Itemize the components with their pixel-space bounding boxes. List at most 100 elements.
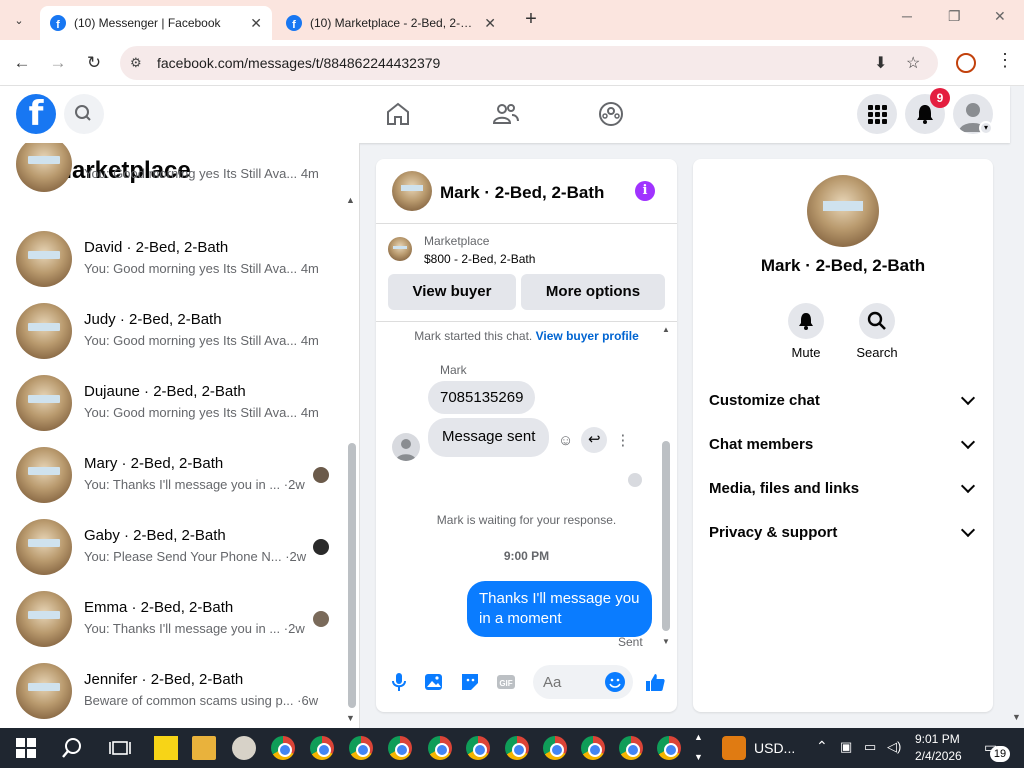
close-tab-icon[interactable]: ✕ [484,15,496,32]
friends-nav-icon[interactable] [491,100,519,128]
chrome-icon[interactable] [657,736,681,760]
show-hidden-icons-chevron-icon[interactable]: ⌃ [816,738,828,755]
marketplace-listing-card: Marketplace $800 - 2-Bed, 2-Bath View bu… [376,225,677,322]
list-item[interactable]: Gaby · 2-Bed, 2-Bath You: Please Send Yo… [0,511,340,583]
tab-marketplace[interactable]: f (10) Marketplace - 2-Bed, 2-Bat ✕ [276,6,506,40]
chat-avatar[interactable] [392,171,432,211]
browser-profile-icon[interactable] [956,53,976,73]
incoming-message[interactable]: Message sent [428,418,550,457]
sticker-icon[interactable] [459,671,481,693]
scrollbar-thumb[interactable] [348,443,356,708]
chrome-icon[interactable] [428,736,452,760]
outgoing-message[interactable]: Thanks I'll message you in a moment [467,581,652,637]
close-tab-icon[interactable]: ✕ [250,15,262,32]
reply-icon[interactable]: ↩ [581,427,608,453]
paint-icon[interactable] [232,736,256,760]
windows-start-icon[interactable] [14,736,38,760]
back-icon[interactable]: ← [10,51,34,75]
volume-icon[interactable]: ◁) [887,739,901,755]
privacy-support-row[interactable]: Privacy & support [709,510,979,554]
groups-nav-icon[interactable] [597,100,625,128]
omnibox[interactable]: ⚙ facebook.com/messages/t/88486224443237… [120,46,938,80]
mute-button[interactable]: Mute [776,303,836,360]
address-bar-row: ← → ↻ ⚙ facebook.com/messages/t/88486224… [0,40,1024,86]
microphone-icon[interactable] [388,671,410,693]
listing-thumbnail [16,519,72,575]
chat-title[interactable]: Mark · 2-Bed, 2-Bath [440,183,604,203]
sticky-notes-icon[interactable] [154,736,178,760]
chrome-icon[interactable] [310,736,334,760]
list-item[interactable]: You: Good morning yes Its Still Ava... 4… [0,143,340,200]
home-nav-icon[interactable] [384,100,412,128]
react-emoji-icon[interactable]: ☺ [558,432,573,449]
browser-menu-icon[interactable]: ⋮ [996,50,1014,71]
minimize-icon[interactable]: ─ [902,8,912,24]
install-app-icon[interactable]: ⬇ [874,53,887,73]
chrome-icon[interactable] [581,736,605,760]
chrome-icon[interactable] [349,736,373,760]
chrome-icon[interactable] [466,736,490,760]
tab-search-chevron-icon[interactable]: ⌄ [6,7,32,33]
info-icon[interactable]: i [635,181,655,201]
taskbar-overflow-down-icon[interactable]: ▼ [694,752,703,762]
emoji-icon[interactable] [604,671,626,693]
clock-date[interactable]: 2/4/2026 [915,749,962,763]
thumbs-up-icon[interactable] [644,671,666,693]
list-item[interactable]: Jennifer · 2-Bed, 2-Bath Beware of commo… [0,655,340,727]
scroll-up-arrow-icon[interactable]: ▲ [662,325,670,334]
more-options-button[interactable]: More options [521,274,665,310]
media-files-links-row[interactable]: Media, files and links [709,466,979,510]
list-item[interactable]: David · 2-Bed, 2-Bath You: Good morning … [0,223,340,295]
file-explorer-icon[interactable] [192,736,216,760]
menu-grid-button[interactable] [857,94,897,134]
more-actions-icon[interactable]: ⋮ [615,431,630,449]
chevron-down-icon[interactable]: ▾ [979,121,993,135]
chat-scrollbar-thumb[interactable] [662,441,670,631]
customize-chat-row[interactable]: Customize chat [709,378,979,422]
restore-icon[interactable]: ❐ [948,8,961,25]
chrome-icon[interactable] [388,736,412,760]
reload-icon[interactable]: ↻ [82,51,106,75]
currency-widget-icon[interactable] [722,736,746,760]
currency-widget-label[interactable]: USD... [754,740,795,756]
message-input-field[interactable] [533,665,603,699]
task-view-icon[interactable] [108,736,132,760]
taskbar-overflow-up-icon[interactable]: ▲ [694,732,703,742]
scroll-down-arrow-icon[interactable]: ▼ [346,713,355,723]
meet-now-icon[interactable]: ▣ [840,739,852,755]
chrome-icon[interactable] [619,736,643,760]
chevron-down-icon [960,478,976,494]
gif-icon[interactable]: GIF [495,671,517,693]
list-item[interactable]: Emma · 2-Bed, 2-Bath You: Thanks I'll me… [0,583,340,655]
chrome-icon[interactable] [271,736,295,760]
forward-icon[interactable]: → [46,51,70,75]
list-item[interactable]: Dujaune · 2-Bed, 2-Bath You: Good mornin… [0,367,340,439]
search-icon[interactable] [60,736,84,760]
scroll-up-arrow-icon[interactable]: ▲ [346,195,355,205]
view-buyer-profile-link[interactable]: View buyer profile [536,329,639,343]
list-item[interactable]: Judy · 2-Bed, 2-Bath You: Good morning y… [0,295,340,367]
url-text[interactable]: facebook.com/messages/t/884862244432379 [157,55,440,71]
photo-icon[interactable] [423,671,445,693]
list-item[interactable]: Mary · 2-Bed, 2-Bath You: Thanks I'll me… [0,439,340,511]
chat-members-row[interactable]: Chat members [709,422,979,466]
message-actions: ☺ ↩ ⋮ [558,427,638,453]
chrome-icon[interactable] [505,736,529,760]
listing-thumbnail [16,231,72,287]
bookmark-star-icon[interactable]: ☆ [906,53,920,73]
page-scroll-down-arrow-icon[interactable]: ▼ [1012,712,1021,722]
chrome-icon[interactable] [543,736,567,760]
notifications-badge: 9 [930,88,950,108]
scroll-down-arrow-icon[interactable]: ▼ [662,637,670,646]
view-buyer-button[interactable]: View buyer [388,274,516,310]
site-info-icon[interactable]: ⚙ [130,55,142,71]
search-in-conversation-button[interactable]: Search [847,303,907,360]
clock-time[interactable]: 9:01 PM [915,732,960,746]
close-window-icon[interactable]: ✕ [994,8,1006,25]
search-button[interactable] [64,94,104,134]
new-tab-button[interactable]: + [520,8,542,30]
network-icon[interactable]: ▭ [864,739,876,755]
tab-messenger[interactable]: f (10) Messenger | Facebook ✕ [40,6,272,40]
facebook-logo-icon[interactable]: f [16,94,56,134]
incoming-message[interactable]: 7085135269 [428,381,536,414]
